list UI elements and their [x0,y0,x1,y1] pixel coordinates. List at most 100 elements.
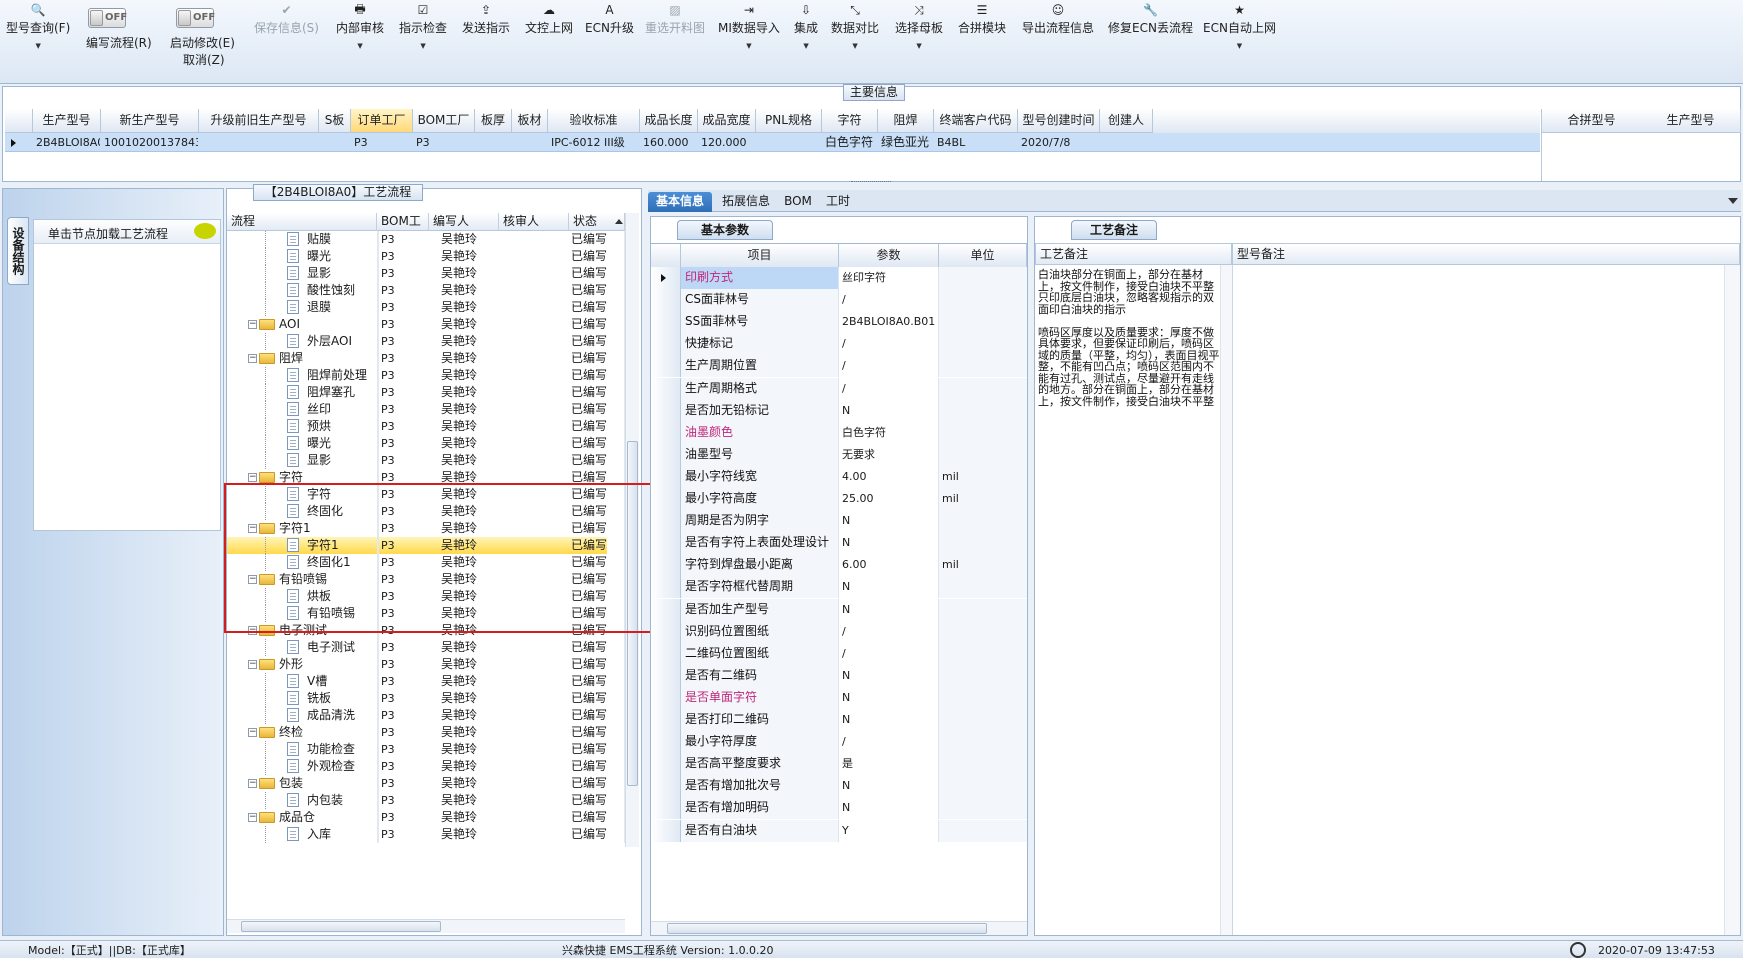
integrate-button[interactable]: ⇩ 集成 ▼ [794,2,818,72]
param-row[interactable]: 快捷标记 / [651,333,1027,356]
tab-3[interactable]: 工时 [816,192,860,212]
process-hscroll-thumb[interactable] [241,921,441,932]
main-info-row[interactable]: 2B4BLOI8A0 10010200137843 P3 P3 IPC-6012 III… [5,133,1540,152]
send-button[interactable]: ⇪ 发送指示 [462,2,510,72]
model-remark-vscroll[interactable] [1724,265,1740,935]
col-header[interactable]: 板材 [512,109,548,133]
param-row[interactable]: 油墨颜色 白色字符 [651,421,1027,444]
col-header[interactable]: 验收标准 [548,109,640,133]
param-row[interactable]: 识别码位置图纸 / [651,620,1027,643]
param-row[interactable]: SS面菲林号 2B4BLOI8A0.B01 [651,311,1027,334]
tree-row[interactable]: 外观检查 P3 吴艳玲 已编写 [227,758,625,775]
cell[interactable]: 120.000 [701,135,755,150]
tree-row[interactable]: 电子测试 P3 吴艳玲 已编写 [227,639,625,656]
param-value[interactable]: N [839,709,939,731]
col-header[interactable]: 新生产型号 [101,109,199,133]
param-value[interactable]: N [839,532,939,555]
mi-button[interactable]: ⇥ MI数据导入 ▼ [718,2,780,72]
param-value[interactable]: N [839,598,939,621]
param-row[interactable]: 是否有字符上表面处理设计 N [651,532,1027,555]
auto-dropdown-icon[interactable]: ▼ [1203,42,1276,50]
mother-dropdown-icon[interactable]: ▼ [895,42,943,50]
col-header[interactable]: 创建人 [1100,109,1153,133]
col-header[interactable]: 型号创建时间 [1018,109,1100,133]
param-value[interactable]: / [839,333,939,356]
param-row[interactable]: 最小字符厚度 / [651,731,1027,754]
tree-row[interactable]: 外层AOI P3 吴艳玲 已编写 [227,333,625,350]
param-row[interactable]: 最小字符线宽 4.00 mil [651,465,1027,488]
cell[interactable]: 白色字符 [825,135,877,150]
tree-row[interactable]: 显影 P3 吴艳玲 已编写 [227,452,625,469]
col-header[interactable]: 订单工厂 [351,109,413,133]
param-row[interactable]: 是否加无铅标记 N [651,399,1027,422]
model-remark-area[interactable] [1232,265,1722,935]
param-row[interactable]: 二维码位置图纸 / [651,642,1027,665]
param-value[interactable]: 6.00 [839,554,939,577]
mi-dropdown-icon[interactable]: ▼ [718,42,780,50]
tree-row[interactable]: 阻焊前处理 P3 吴艳玲 已编写 [227,367,625,384]
review-dropdown-icon[interactable]: ▼ [336,42,384,50]
params-col-header[interactable]: 参数 [839,244,939,268]
param-value[interactable]: 2B4BLOI8A0.B01 [839,311,939,334]
query-dropdown-icon[interactable]: ▼ [6,42,70,50]
repair-button[interactable]: 🔧 修复ECN丢流程 [1108,2,1193,72]
collapse-toggle-icon[interactable]: − [248,660,257,669]
param-value[interactable]: 无要求 [839,443,939,466]
cell[interactable]: 绿色亚光 [881,135,933,150]
remark-vscroll[interactable] [1220,265,1232,935]
params-col-header[interactable]: 单位 [939,244,1027,268]
param-row[interactable]: 是否打印二维码 N [651,709,1027,731]
cell[interactable]: 2020/7/8 [1021,135,1099,150]
tree-row[interactable]: 预烘 P3 吴艳玲 已编写 [227,418,625,435]
review-button[interactable]: 🖶 内部审核 ▼ [336,2,384,72]
collapse-toggle-icon[interactable]: − [248,813,257,822]
tree-row[interactable]: 酸性蚀刻 P3 吴艳玲 已编写 [227,282,625,299]
tree-row[interactable]: 内包装 P3 吴艳玲 已编写 [227,792,625,809]
col-header[interactable]: 成品长度 [640,109,698,133]
ecn-button[interactable]: A ECN升级 [585,2,634,72]
param-row[interactable]: 是否高平整度要求是 [651,753,1027,776]
param-value[interactable]: N [839,686,939,709]
param-row[interactable]: CS面菲林号 / [651,289,1027,312]
tree-row[interactable]: − AOI P3 吴艳玲 已编写 [227,316,625,333]
param-value[interactable]: 25.00 [839,488,939,510]
param-row[interactable]: 字符到焊盘最小距离 6.00 mil [651,554,1027,577]
tree-row[interactable]: 丝印 P3 吴艳玲 已编写 [227,401,625,418]
col-header[interactable]: 升级前旧生产型号 [199,109,319,133]
param-row[interactable]: 是否单面字符 N [651,686,1027,709]
collapse-toggle-icon[interactable]: − [248,728,257,737]
tree-row[interactable]: 成品清洗 P3 吴艳玲 已编写 [227,707,625,724]
check-dropdown-icon[interactable]: ▼ [399,42,447,50]
param-value[interactable]: N [839,664,939,687]
cell[interactable]: 2B4BLOI8A0 [36,135,100,150]
param-value[interactable]: 4.00 [839,465,939,488]
tab-1[interactable]: 拓展信息 [716,192,776,212]
off-toggle[interactable]: OFF [176,8,215,28]
tree-row[interactable]: − 外形 P3 吴艳玲 已编写 [227,656,625,673]
process-remark-text[interactable]: 白油块部分在铜面上，部分在基材上，按文件制作，接受白油块不平整 只印底层白油块，… [1038,269,1220,909]
param-value[interactable]: / [839,642,939,665]
mother-button[interactable]: ⤨ 选择母板 ▼ [895,2,943,72]
tree-row[interactable]: − 终检 P3 吴艳玲 已编写 [227,724,625,741]
param-value[interactable]: / [839,289,939,312]
tree-row[interactable]: 入库 P3 吴艳玲 已编写 [227,826,625,843]
param-value[interactable]: N [839,576,939,599]
online-button[interactable]: ☁ 文控上网 [525,2,573,72]
param-value[interactable]: N [839,797,939,820]
off-toggle[interactable]: OFF [88,8,127,28]
merge-button[interactable]: ☰ 合拼模块 [958,2,1006,72]
tree-row[interactable]: 显影 P3 吴艳玲 已编写 [227,265,625,282]
col-header[interactable]: 生产型号 [33,109,101,133]
col-header[interactable]: 字符 [822,109,878,133]
compare-button[interactable]: ⤡ 数据对比 ▼ [831,2,879,72]
auto-button[interactable]: ★ ECN自动上网 ▼ [1203,2,1276,72]
param-row[interactable]: 是否有增加批次号 N [651,775,1027,798]
load-hint-row[interactable]: 单击节点加载工艺流程 [34,220,220,244]
param-value[interactable]: 是 [839,753,939,776]
param-value[interactable]: / [839,731,939,754]
cell[interactable]: 10010200137843 [104,135,198,150]
param-value[interactable]: / [839,620,939,643]
compare-dropdown-icon[interactable]: ▼ [831,42,879,50]
param-value[interactable]: / [839,377,939,400]
tree-col-header[interactable]: BOM工厂 [377,213,429,231]
